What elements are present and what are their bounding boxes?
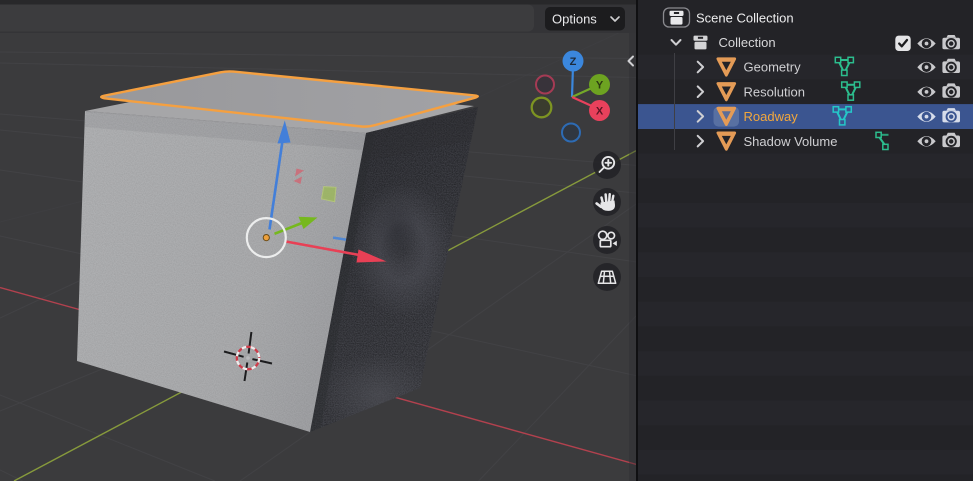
svg-text:Y: Y [596, 79, 604, 91]
svg-text:Options: Options [552, 12, 597, 27]
svg-text:Roadway: Roadway [744, 109, 799, 124]
svg-text:Collection: Collection [719, 35, 776, 50]
svg-text:X: X [596, 105, 604, 117]
svg-text:Shadow Volume: Shadow Volume [744, 134, 838, 149]
svg-text:Z: Z [570, 56, 577, 68]
svg-text:Scene Collection: Scene Collection [696, 10, 794, 25]
svg-text:Geometry: Geometry [744, 60, 802, 75]
svg-text:Resolution: Resolution [744, 84, 805, 99]
